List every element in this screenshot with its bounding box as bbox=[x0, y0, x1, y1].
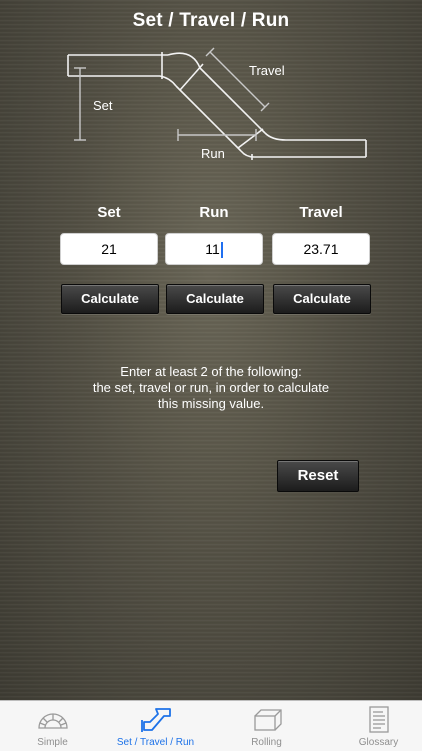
travel-label: Travel bbox=[299, 204, 343, 221]
run-input[interactable]: 11 bbox=[165, 233, 263, 265]
instructions-text: Enter at least 2 of the following: the s… bbox=[60, 364, 362, 412]
instructions-line-3: this missing value. bbox=[157, 396, 265, 411]
tab-rolling-label: Rolling bbox=[251, 737, 282, 748]
text-cursor bbox=[220, 242, 223, 259]
calculate-run-button[interactable]: Calculate bbox=[166, 284, 264, 314]
set-dimension-label: Set bbox=[93, 98, 113, 113]
set-label: Set bbox=[97, 204, 121, 221]
tab-set-travel-run[interactable]: Set / Travel / Run bbox=[103, 701, 208, 751]
tab-bar: Simple Set / Travel / Run Rolling Glossa… bbox=[0, 700, 422, 751]
tab-rolling[interactable]: Rolling bbox=[214, 701, 319, 751]
reset-button[interactable]: Reset bbox=[277, 460, 359, 492]
tab-glossary-label: Glossary bbox=[358, 737, 399, 748]
calculate-travel-button[interactable]: Calculate bbox=[273, 284, 371, 314]
set-input[interactable]: 21 bbox=[60, 233, 158, 265]
run-label: Run bbox=[199, 204, 229, 221]
travel-input[interactable]: 23.71 bbox=[272, 233, 370, 265]
tab-glossary[interactable]: Glossary bbox=[326, 701, 422, 751]
instructions-line-1: Enter at least 2 of the following: bbox=[120, 364, 302, 379]
instructions-line-2: the set, travel or run, in order to calc… bbox=[92, 380, 330, 395]
page-title: Set / Travel / Run bbox=[132, 10, 290, 31]
run-input-value: 11 bbox=[205, 241, 220, 257]
calculate-set-button[interactable]: Calculate bbox=[61, 284, 159, 314]
run-dimension-label: Run bbox=[201, 146, 225, 161]
tab-simple[interactable]: Simple bbox=[0, 701, 105, 751]
set-input-value: 21 bbox=[101, 241, 117, 257]
box-icon bbox=[254, 709, 282, 731]
tab-set-travel-run-label: Set / Travel / Run bbox=[116, 737, 195, 748]
document-icon bbox=[369, 706, 389, 733]
pipe-offset-diagram: Travel Set Run bbox=[60, 40, 380, 170]
tab-simple-label: Simple bbox=[37, 737, 68, 748]
protractor-icon bbox=[38, 713, 68, 729]
travel-dimension-label: Travel bbox=[249, 63, 285, 78]
pipe-offset-icon bbox=[141, 708, 171, 732]
travel-input-value: 23.71 bbox=[303, 241, 339, 257]
